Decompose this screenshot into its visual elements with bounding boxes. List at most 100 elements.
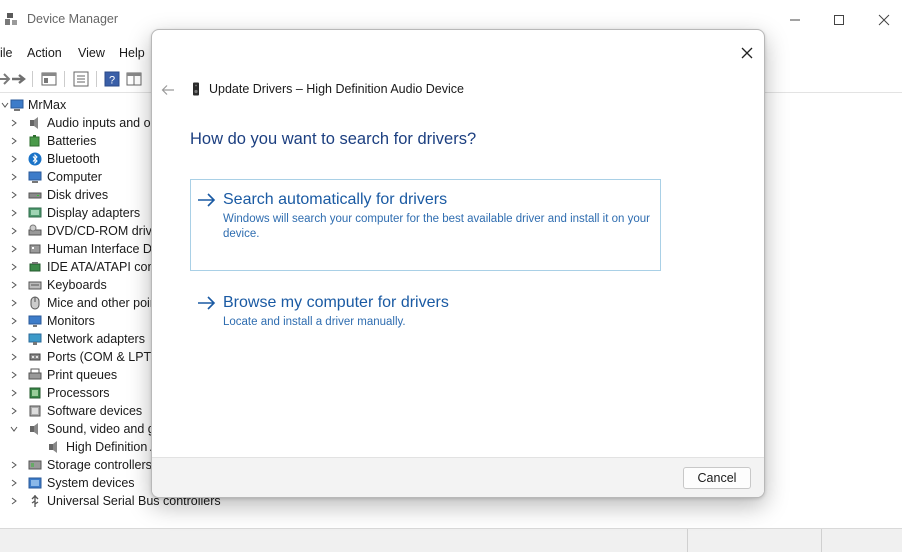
- software-device-icon: [29, 405, 41, 417]
- mouse-icon: [30, 296, 40, 310]
- menu-action[interactable]: Action: [27, 46, 62, 60]
- chevron-right-icon[interactable]: [9, 406, 19, 416]
- chevron-right-icon[interactable]: [9, 244, 19, 254]
- disk-drive-icon: [28, 192, 42, 199]
- computer-icon: [10, 99, 24, 111]
- speaker-icon: [30, 423, 38, 435]
- chevron-right-icon[interactable]: [9, 226, 19, 236]
- hid-icon: [29, 244, 41, 254]
- chevron-right-icon[interactable]: [9, 496, 19, 506]
- properties-icon[interactable]: [40, 70, 58, 88]
- tree-item-label: Ports (COM & LPT): [47, 350, 156, 364]
- option-title: Browse my computer for drivers: [223, 294, 449, 311]
- tree-item-label: Software devices: [47, 404, 143, 418]
- view-details-icon[interactable]: [125, 70, 143, 88]
- system-device-icon: [28, 477, 42, 489]
- chevron-right-icon[interactable]: [9, 208, 19, 218]
- menu-view[interactable]: View: [78, 46, 105, 60]
- tree-item-label: Display adapters: [47, 206, 141, 220]
- tree-item-label: Computer: [47, 170, 102, 184]
- status-separator: [821, 529, 822, 552]
- device-manager-app-icon: [5, 13, 17, 25]
- search-automatically-option[interactable]: Search automatically for drivers Windows…: [190, 179, 661, 271]
- chevron-right-icon[interactable]: [9, 172, 19, 182]
- tree-item-label: System devices: [47, 476, 135, 490]
- processor-icon: [29, 387, 41, 399]
- chevron-right-icon[interactable]: [9, 352, 19, 362]
- tree-item-label: Keyboards: [47, 278, 107, 292]
- tree-item-label: Batteries: [47, 134, 97, 148]
- display-adapter-icon: [28, 207, 42, 218]
- update-drivers-dialog: Update Drivers – High Definition Audio D…: [151, 29, 765, 498]
- chevron-right-icon[interactable]: [9, 298, 19, 308]
- chevron-right-icon[interactable]: [9, 136, 19, 146]
- battery-icon: [29, 135, 40, 147]
- back-arrow-icon: [161, 85, 174, 95]
- maximize-icon[interactable]: [824, 8, 854, 32]
- forward-arrow-icon[interactable]: [10, 70, 28, 88]
- toolbar-separator: [96, 71, 97, 87]
- option-title: Search automatically for drivers: [223, 191, 448, 208]
- menu-file[interactable]: ile: [0, 46, 13, 60]
- list-view-icon[interactable]: [72, 70, 90, 88]
- close-icon[interactable]: [869, 8, 899, 32]
- window-title: Device Manager: [27, 12, 119, 26]
- option-description: Locate and install a driver manually.: [223, 316, 406, 328]
- option-description: Windows will search your computer for th…: [223, 213, 650, 240]
- chevron-right-icon[interactable]: [9, 460, 19, 470]
- speaker-icon: [49, 441, 57, 453]
- chevron-right-icon[interactable]: [9, 190, 19, 200]
- tree-item-label: Processors: [47, 386, 110, 400]
- chevron-right-icon[interactable]: [9, 370, 19, 380]
- chevron-down-icon[interactable]: [0, 100, 10, 110]
- storage-controller-icon: [28, 460, 42, 470]
- computer-icon: [28, 171, 42, 183]
- dialog-footer: Cancel: [152, 457, 764, 497]
- chevron-right-icon[interactable]: [9, 316, 19, 326]
- tree-root-label: MrMax: [28, 98, 67, 112]
- tree-item-label: DVD/CD-ROM drive: [47, 224, 159, 238]
- port-icon: [29, 353, 41, 361]
- chevron-right-icon[interactable]: [9, 262, 19, 272]
- browse-computer-option[interactable]: Browse my computer for drivers Locate an…: [190, 282, 661, 342]
- dialog-heading: How do you want to search for drivers?: [190, 130, 477, 148]
- tree-item-label: Audio inputs and ou: [47, 116, 158, 130]
- dialog-title: Update Drivers – High Definition Audio D…: [209, 82, 464, 96]
- chevron-right-icon[interactable]: [9, 334, 19, 344]
- status-separator: [687, 529, 688, 552]
- tree-item-label: Sound, video and ga: [47, 422, 162, 436]
- minimize-icon[interactable]: [780, 8, 810, 32]
- help-icon[interactable]: ?: [103, 70, 121, 88]
- chevron-right-icon[interactable]: [9, 388, 19, 398]
- speaker-mic-icon: [30, 117, 38, 129]
- tree-item-label: Print queues: [47, 368, 118, 382]
- toolbar-separator: [64, 71, 65, 87]
- close-icon: [741, 47, 753, 59]
- tree-item-label: Mice and other poir: [47, 296, 155, 310]
- usb-icon: [31, 495, 39, 507]
- menu-help[interactable]: Help: [119, 46, 145, 60]
- tree-item-label: Bluetooth: [47, 152, 100, 166]
- toolbar-separator: [32, 71, 33, 87]
- keyboard-icon: [28, 281, 42, 290]
- arrow-right-icon: [198, 296, 216, 310]
- status-bar: [0, 528, 902, 552]
- dialog-close-button[interactable]: [734, 42, 760, 64]
- tree-item-label: Network adapters: [47, 332, 145, 346]
- printer-icon: [28, 368, 42, 380]
- svg-text:?: ?: [109, 75, 115, 87]
- chevron-down-icon[interactable]: [9, 424, 19, 434]
- cancel-button[interactable]: Cancel: [683, 467, 751, 489]
- arrow-right-icon: [198, 193, 216, 207]
- chevron-right-icon[interactable]: [9, 118, 19, 128]
- chevron-right-icon[interactable]: [9, 154, 19, 164]
- chevron-right-icon[interactable]: [9, 280, 19, 290]
- network-adapter-icon: [28, 333, 42, 345]
- tree-item-label: Monitors: [47, 314, 95, 328]
- tree-item-label: High Definition A: [66, 440, 159, 454]
- tree-item-label: Disk drives: [47, 188, 109, 202]
- monitor-icon: [28, 315, 42, 327]
- tree-item-label: IDE ATA/ATAPI contr: [47, 260, 163, 274]
- dialog-back-button[interactable]: [158, 80, 178, 100]
- chevron-right-icon[interactable]: [9, 478, 19, 488]
